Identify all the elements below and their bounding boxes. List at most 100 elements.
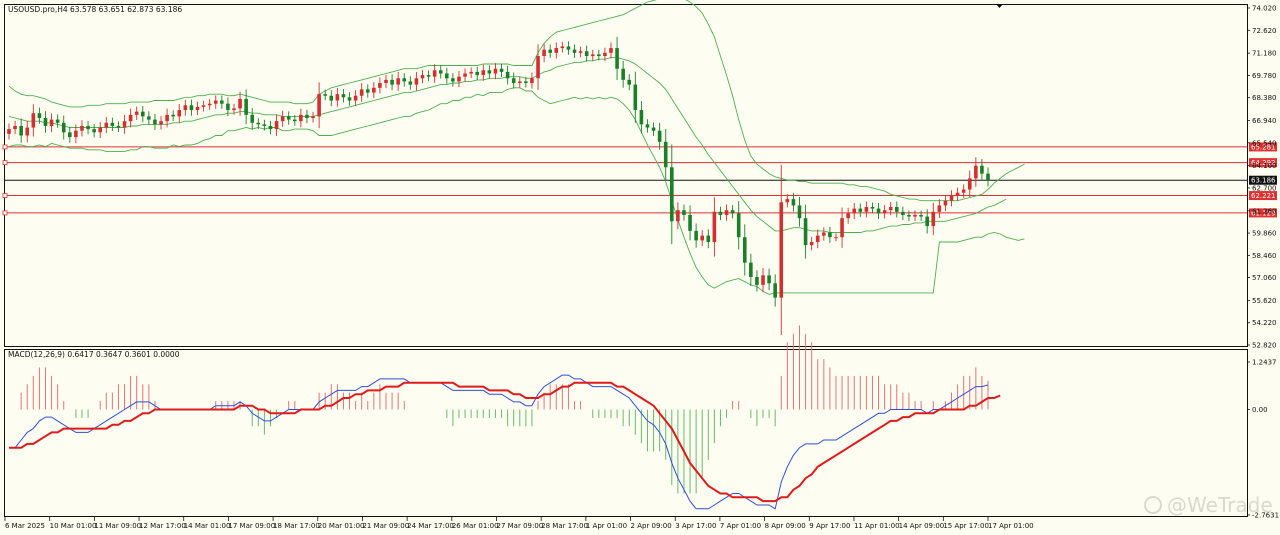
candle-body [140, 111, 145, 117]
candle-body [974, 165, 978, 179]
candle [189, 99, 194, 116]
candle [311, 111, 315, 123]
candle [104, 117, 109, 134]
candle [305, 109, 309, 124]
candle-body [86, 125, 90, 130]
macd-tick-label: 1.2437 [1252, 359, 1277, 367]
candle-body [663, 141, 668, 168]
candle-body [238, 98, 242, 109]
candle-body [615, 48, 619, 69]
candle [967, 170, 972, 198]
candle-body [925, 216, 929, 227]
candle-body [597, 54, 601, 57]
candle-body [122, 121, 127, 128]
candle [317, 82, 321, 129]
candle-body [286, 116, 291, 120]
candle-body [882, 210, 887, 214]
candle-body [834, 237, 838, 239]
candle-body [943, 200, 948, 206]
candle-body [317, 94, 321, 117]
candle [359, 83, 364, 102]
candle [797, 197, 802, 227]
candle-body [548, 49, 552, 53]
candle [61, 115, 66, 140]
candle [457, 71, 461, 88]
price-tick-label: 62.700 [1252, 184, 1277, 192]
candle-body [657, 130, 662, 142]
candle [773, 274, 777, 307]
candle-body [432, 70, 437, 77]
candle-body [901, 211, 905, 215]
candle-body [43, 118, 48, 126]
candle [481, 64, 486, 81]
candle-body [329, 95, 334, 101]
candle-body [220, 100, 224, 104]
time-tick-label: 10 Mar 01:00 [50, 522, 97, 530]
candle [706, 229, 711, 249]
macd-tick-label: 0.00 [1252, 406, 1268, 414]
candle-body [353, 95, 358, 101]
horizontal-levels: 65.28164.29262.22161.12963.186 [2, 142, 1277, 218]
level-anchor-2 [2, 193, 8, 198]
candle-body [116, 125, 121, 128]
candle-body [609, 48, 613, 53]
candle-body [13, 125, 17, 130]
candle [159, 116, 163, 130]
candle-body [177, 110, 182, 117]
candle [420, 69, 425, 84]
candle-body [414, 78, 419, 85]
candle-body [49, 119, 54, 126]
candle [432, 64, 437, 83]
candle [13, 120, 17, 135]
candle-body [809, 241, 814, 246]
candle-body [110, 122, 115, 126]
chart-shift-marker-icon[interactable] [996, 4, 1003, 8]
candle [633, 71, 638, 123]
candle-body [718, 211, 723, 215]
candle-body [803, 218, 808, 246]
level-anchor-1 [2, 160, 8, 166]
candle-body [213, 100, 218, 104]
candle-body [876, 208, 881, 214]
candle-body [566, 46, 571, 50]
candle [645, 119, 650, 133]
candle-body [578, 51, 583, 53]
candle [688, 205, 692, 241]
time-tick-label: 14 Mar 01:00 [184, 522, 231, 530]
watermark: @WeTrade [1144, 493, 1273, 517]
trading-chart[interactable]: 65.28164.29262.22161.12963.186 74.020 72.… [0, 0, 1280, 535]
time-tick-label: 18 Mar 17:00 [273, 522, 320, 530]
candle [183, 99, 188, 116]
candle-body [864, 207, 869, 212]
level-anchor-0 [2, 144, 8, 150]
candle [365, 84, 370, 98]
candle-body [584, 51, 589, 57]
level-anchor-3 [2, 210, 8, 216]
candle [615, 36, 619, 80]
candle-body [530, 78, 534, 84]
candle-body [779, 202, 784, 298]
candle-body [524, 81, 528, 84]
candle [408, 76, 413, 90]
candle [724, 204, 729, 221]
price-tick-label: 57.060 [1252, 274, 1277, 282]
candle-body [359, 89, 364, 96]
candle-body [80, 125, 84, 131]
price-tick-label: 66.940 [1252, 117, 1277, 125]
candle [809, 236, 814, 251]
candle-body [536, 56, 540, 79]
candle [86, 120, 90, 135]
candle [852, 202, 857, 220]
candle [639, 101, 644, 134]
time-tick-label: 21 Mar 09:00 [362, 522, 409, 530]
candle [560, 41, 565, 53]
candle-body [919, 214, 923, 217]
candle-body [438, 70, 443, 74]
candle-body [840, 218, 844, 238]
time-tick-label: 6 Mar 2025 [5, 522, 45, 530]
candle [116, 121, 121, 133]
candle [554, 42, 559, 59]
candle-body [822, 232, 826, 236]
candle-body [347, 97, 352, 101]
candle-body [256, 122, 261, 125]
